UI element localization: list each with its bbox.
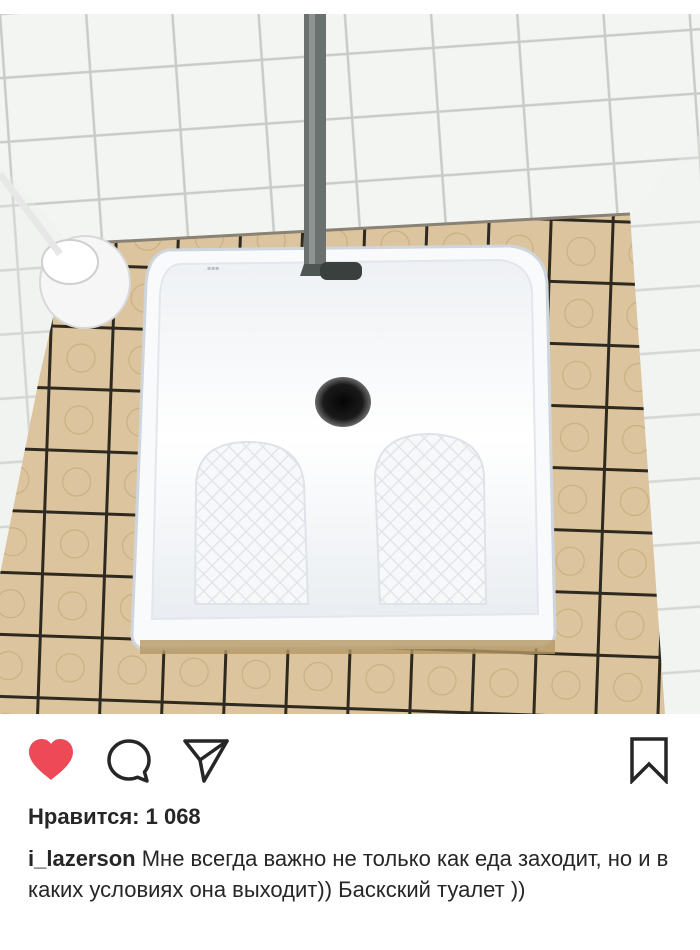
post-action-bar — [0, 714, 700, 806]
post-caption: i_lazerson Мне всегда важно не только ка… — [28, 843, 678, 905]
post-photo[interactable]: ▪▪▪ — [0, 14, 700, 714]
comment-icon[interactable] — [106, 738, 152, 784]
heart-icon[interactable] — [27, 738, 75, 782]
bookmark-icon[interactable] — [628, 736, 670, 784]
send-icon[interactable] — [182, 736, 230, 784]
svg-text:▪▪▪: ▪▪▪ — [207, 265, 219, 272]
caption-username[interactable]: i_lazerson — [28, 846, 136, 871]
likes-count[interactable]: Нравится: 1 068 — [28, 804, 201, 830]
